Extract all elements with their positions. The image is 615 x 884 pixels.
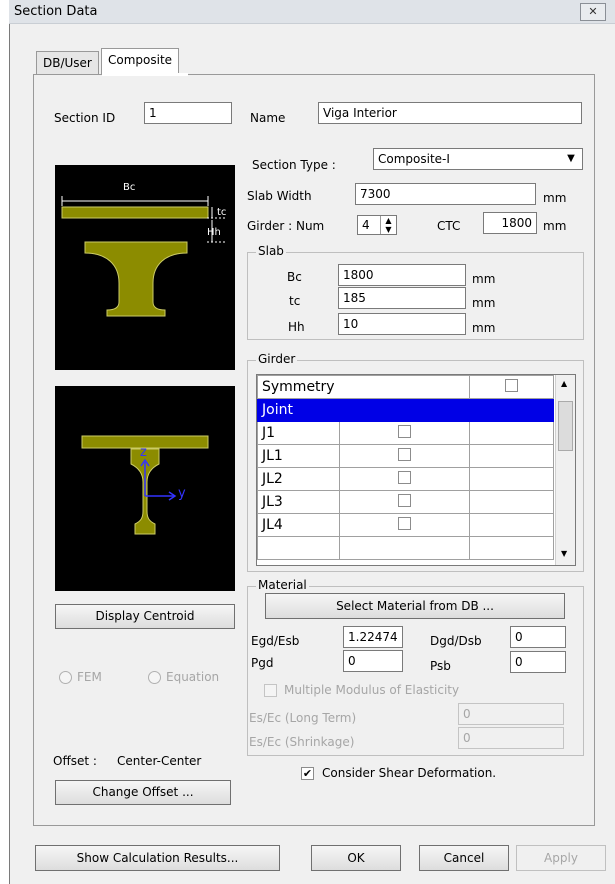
grid-row[interactable]: JL2 [257,467,554,491]
slab-tc-unit: mm [472,296,496,310]
name-input[interactable]: Viga Interior [318,102,582,124]
grid-row-label: J1 [257,421,340,445]
row-checkbox[interactable] [398,493,411,507]
show-results-button[interactable]: Show Calculation Results... [35,845,280,871]
row-checkbox[interactable] [398,447,411,461]
slab-hh-label: Hh [288,320,305,334]
joint-header: Joint [257,398,554,422]
ctc-unit: mm [543,219,567,233]
slab-width-input[interactable]: 7300 [355,183,536,205]
fem-radio-label: FEM [77,670,102,684]
scroll-down-icon[interactable]: ▼ [561,549,567,558]
es-long-label: Es/Ec (Long Term) [249,711,357,725]
grid-row-label: JL2 [257,467,340,491]
girder-grid[interactable]: Symmetry Joint J1 JL1 JL2 JL3 JL4 ▲ ▼ [256,374,576,566]
window-title: Section Data [14,4,98,19]
tab-composite[interactable]: Composite [101,48,180,75]
section-id-label: Section ID [54,111,116,125]
select-material-button[interactable]: Select Material from DB ... [265,593,565,619]
symmetry-checkbox[interactable] [505,378,518,392]
stepper-arrows-icon[interactable]: ▲ ▼ [380,216,396,234]
change-offset-button[interactable]: Change Offset ... [55,780,231,805]
slab-group-title: Slab [256,244,286,258]
row-checkbox[interactable] [398,516,411,530]
egd-label: Egd/Esb [251,634,300,648]
grid-row[interactable]: JL3 [257,490,554,514]
axis-z-label: z [140,445,147,460]
psb-label: Psb [430,659,451,673]
slab-tc-label: tc [289,294,301,308]
es-shrink-label: Es/Ec (Shrinkage) [249,735,355,749]
slab-bc-unit: mm [472,272,496,286]
grid-row-label: JL3 [257,490,340,514]
grid-row-partial [257,536,554,560]
pgd-label: Pgd [251,656,274,670]
tab-joiner [102,73,188,76]
grid-row[interactable]: JL1 [257,444,554,468]
dgd-label: Dgd/Dsb [430,634,482,648]
grid-scrollbar[interactable]: ▲ ▼ [555,375,575,565]
slab-width-unit: mm [543,191,567,205]
scroll-thumb[interactable] [558,401,573,451]
equation-radio[interactable] [148,671,161,684]
ctc-label: CTC [437,219,461,233]
axis-y-label: y [178,486,186,501]
display-centroid-button[interactable]: Display Centroid [55,604,235,629]
multi-modulus-label: Multiple Modulus of Elasticity [284,683,460,697]
section-type-select[interactable]: Composite-I [373,148,583,170]
section-type-label: Section Type : [252,158,336,172]
shear-checkbox[interactable]: ✔ [301,767,314,780]
equation-radio-label: Equation [166,670,220,684]
name-label: Name [250,111,286,125]
dgd-input[interactable]: 0 [510,626,566,648]
row-checkbox[interactable] [398,424,411,438]
row-checkbox[interactable] [398,470,411,484]
slab-hh-unit: mm [472,321,496,335]
slab-tc-input[interactable]: 185 [338,287,466,309]
slab-bc-input[interactable]: 1800 [338,264,466,286]
fem-radio[interactable] [59,671,72,684]
section-id-input[interactable]: 1 [144,102,232,124]
slab-width-label: Slab Width [247,189,312,203]
es-long-input[interactable]: 0 [458,703,564,725]
psb-input[interactable]: 0 [510,651,566,673]
symmetry-label: Symmetry [257,375,470,399]
ok-button[interactable]: OK [311,845,401,871]
material-group-title: Material [256,578,309,592]
egd-input[interactable]: 1.22474 [343,626,403,648]
chevron-down-icon[interactable]: ▼ [563,151,579,167]
diagram-bc-label: Bc [123,182,136,193]
offset-value: Center-Center [117,754,202,768]
slab-bc-label: Bc [287,270,302,284]
diagram-hh-label: Hh [207,227,221,238]
scroll-up-icon[interactable]: ▲ [561,379,567,388]
slab-hh-input[interactable]: 10 [338,313,466,335]
centroid-diagram [55,386,235,591]
girder-group-title: Girder [256,352,298,366]
girder-num-label: Girder : Num [247,219,325,233]
apply-button[interactable]: Apply [516,845,606,871]
grid-row-joint[interactable]: Joint [257,398,554,422]
section-diagram [55,165,235,370]
grid-row[interactable]: J1 [257,421,554,445]
grid-row-label: JL1 [257,444,340,468]
grid-row-symmetry: Symmetry [257,375,554,399]
close-button[interactable]: ✕ [580,3,606,21]
grid-row-label: JL4 [257,513,340,537]
title-bar [9,0,615,24]
grid-row[interactable]: JL4 [257,513,554,537]
es-shrink-input[interactable]: 0 [458,727,564,749]
cancel-button[interactable]: Cancel [419,845,509,871]
ctc-input[interactable]: 1800 [483,212,537,234]
diagram-tc-label: tc [217,207,227,218]
offset-label: Offset : [53,754,97,768]
multi-modulus-checkbox[interactable] [264,684,277,697]
tab-db-user[interactable]: DB/User [36,51,99,75]
pgd-input[interactable]: 0 [343,650,403,672]
shear-label: Consider Shear Deformation. [322,766,497,780]
